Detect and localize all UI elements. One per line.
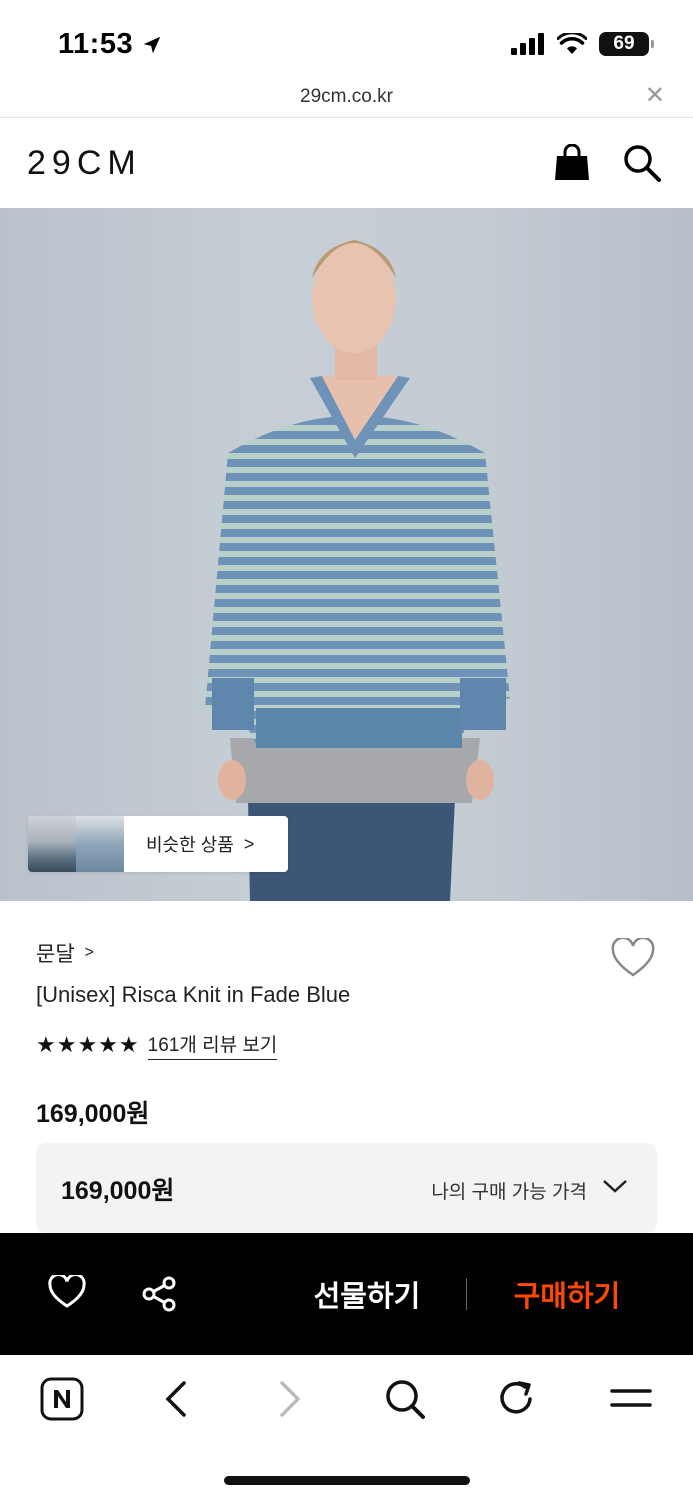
buy-button[interactable]: 구매하기 — [492, 1273, 642, 1315]
search-icon[interactable] — [622, 143, 662, 183]
chevron-down-icon — [603, 1180, 627, 1193]
my-price-label: 나의 구매 가능 가격 — [431, 1182, 587, 1203]
brand-name: 문달 — [36, 943, 75, 966]
heart-icon[interactable] — [48, 1275, 86, 1309]
gift-button[interactable]: 선물하기 — [292, 1273, 442, 1315]
heart-icon[interactable] — [611, 938, 655, 978]
chevron-right-icon: > — [243, 833, 255, 854]
status-indicators: 69 — [511, 32, 654, 56]
divider — [466, 1278, 467, 1310]
cellular-signal-icon — [511, 33, 544, 55]
search-icon[interactable] — [383, 1377, 427, 1421]
review-link[interactable]: 161개 리뷰 보기 — [147, 1030, 278, 1060]
rating-stars: ★★★★★ — [36, 1032, 140, 1057]
battery-level: 69 — [613, 33, 635, 54]
status-bar: 11:53 69 — [0, 0, 693, 88]
refresh-icon[interactable] — [497, 1377, 537, 1421]
location-arrow-icon — [143, 36, 161, 53]
menu-icon[interactable] — [609, 1377, 653, 1421]
app-header: 29CM — [0, 118, 693, 208]
forward-icon[interactable] — [276, 1377, 306, 1421]
shopping-bag-icon[interactable] — [552, 144, 592, 182]
home-indicator[interactable] — [224, 1476, 470, 1485]
site-logo[interactable]: 29CM — [27, 144, 142, 183]
similar-thumbnail — [28, 816, 76, 872]
close-icon[interactable]: ✕ — [645, 84, 665, 108]
similar-products-label: 비슷한 상품 — [146, 835, 234, 855]
product-image[interactable]: 비슷한 상품 > — [0, 208, 693, 901]
product-price: 169,000원 — [36, 1100, 150, 1128]
battery-indicator: 69 — [599, 32, 654, 56]
url-bar[interactable]: 29cm.co.kr ✕ — [0, 78, 693, 118]
product-name: [Unisex] Risca Knit in Fade Blue — [36, 982, 351, 1007]
url-text[interactable]: 29cm.co.kr — [0, 86, 693, 108]
chevron-right-icon: > — [84, 944, 94, 961]
share-icon[interactable] — [141, 1276, 177, 1312]
wifi-icon — [557, 33, 587, 54]
purchase-action-bar: 선물하기 구매하기 — [0, 1233, 693, 1355]
back-icon[interactable] — [160, 1377, 190, 1421]
product-photo — [205, 240, 510, 901]
my-price-dropdown[interactable]: 169,000원 나의 구매 가능 가격 — [36, 1143, 657, 1233]
status-time: 11:53 — [58, 28, 163, 61]
similar-thumbnail — [76, 816, 124, 872]
my-price-value: 169,000원 — [61, 1177, 175, 1205]
naver-icon[interactable] — [40, 1377, 84, 1421]
brand-link[interactable]: 문달 > — [36, 938, 94, 968]
similar-products-button[interactable]: 비슷한 상품 > — [28, 816, 288, 872]
rating-row: ★★★★★ 161개 리뷰 보기 — [36, 1030, 278, 1060]
status-time-text: 11:53 — [58, 28, 134, 60]
